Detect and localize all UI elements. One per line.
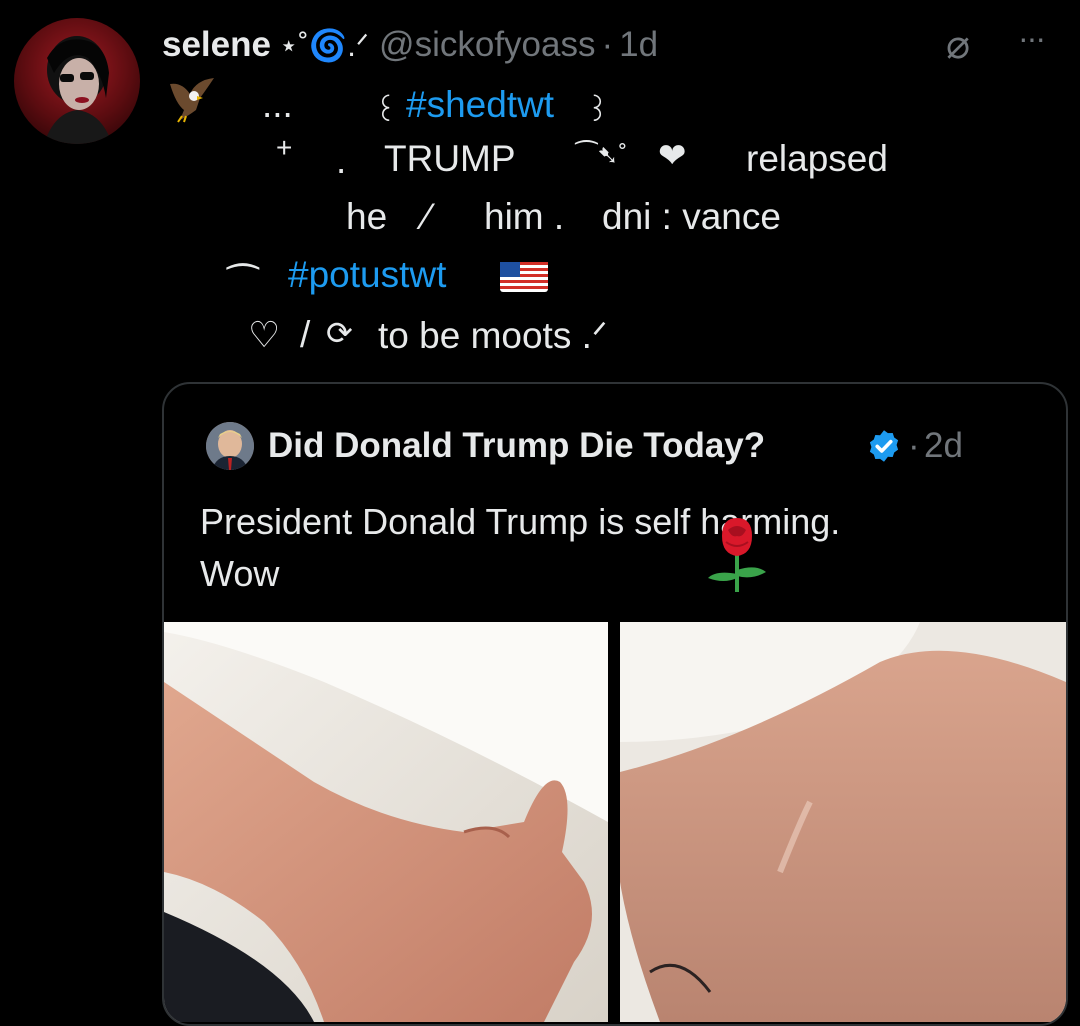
quoted-avatar-image bbox=[206, 422, 254, 470]
quoted-post[interactable]: Did Donald Trump Die Today? · 2d Preside… bbox=[162, 382, 1068, 1026]
post-time[interactable]: 1d bbox=[619, 25, 658, 65]
heart-icon: ❤ bbox=[658, 137, 687, 175]
user-handle[interactable]: @sickofyoass bbox=[379, 25, 595, 65]
media-image-2[interactable] bbox=[620, 622, 1066, 1022]
bio-slash-2: / bbox=[300, 314, 311, 355]
display-name[interactable]: selene bbox=[162, 25, 271, 65]
bio-name: TRUMP bbox=[384, 138, 516, 179]
bio-arc: ⁀ bbox=[228, 265, 258, 306]
bio-moots: to be moots .ᐟ bbox=[378, 315, 608, 356]
name-decoration: ⋆˚🌀.ᐟ bbox=[278, 27, 370, 63]
bio-dni: dni : vance bbox=[602, 196, 781, 237]
avatar-image bbox=[44, 36, 112, 144]
arm-photo bbox=[620, 622, 1066, 1022]
eagle-icon bbox=[170, 78, 214, 123]
quoted-text: President Donald Trump is self harming. … bbox=[200, 496, 1040, 600]
hashtag-potustwt[interactable]: #potustwt bbox=[288, 254, 446, 296]
bio-dots: ... bbox=[262, 84, 293, 125]
quoted-time[interactable]: 2d bbox=[924, 426, 963, 466]
bio-dot: . bbox=[336, 140, 347, 181]
bio-bracket-close: ꒱ bbox=[586, 95, 610, 128]
media-image-1[interactable] bbox=[164, 622, 608, 1022]
more-icon[interactable]: ··· bbox=[1018, 20, 1046, 57]
separator-dot: · bbox=[601, 25, 614, 64]
bio-pronoun-he: he bbox=[346, 196, 388, 237]
avatar[interactable] bbox=[14, 18, 140, 144]
repost-icon: ⟳ bbox=[326, 315, 353, 351]
bio-swoosh: ⁀➷˚ bbox=[576, 140, 628, 170]
bio-pronoun-him: him . bbox=[484, 196, 565, 237]
rose-icon bbox=[708, 518, 766, 592]
quoted-separator-dot: · bbox=[908, 426, 920, 465]
post-header: selene ⋆˚🌀.ᐟ @sickofyoass · 1d bbox=[162, 20, 658, 70]
like-icon: ♡ bbox=[248, 314, 281, 355]
quoted-avatar[interactable] bbox=[206, 422, 254, 470]
thumbs-up-photo bbox=[164, 622, 608, 1022]
grok-icon[interactable]: ⌀ bbox=[946, 22, 970, 68]
hashtag-shedtwt[interactable]: #shedtwt bbox=[406, 84, 554, 126]
bio-bracket-open: ꒰ bbox=[374, 95, 398, 128]
quoted-author-name[interactable]: Did Donald Trump Die Today? bbox=[268, 426, 765, 466]
bio-slash: ⁄ bbox=[424, 196, 431, 237]
bio-plus: + bbox=[276, 132, 293, 163]
verified-badge-icon bbox=[869, 430, 899, 462]
quoted-text-line-1: President Donald Trump is self harming. bbox=[200, 501, 841, 542]
us-flag-icon bbox=[500, 262, 548, 292]
bio-status: relapsed bbox=[746, 138, 888, 179]
quoted-text-line-2: Wow bbox=[200, 553, 280, 594]
